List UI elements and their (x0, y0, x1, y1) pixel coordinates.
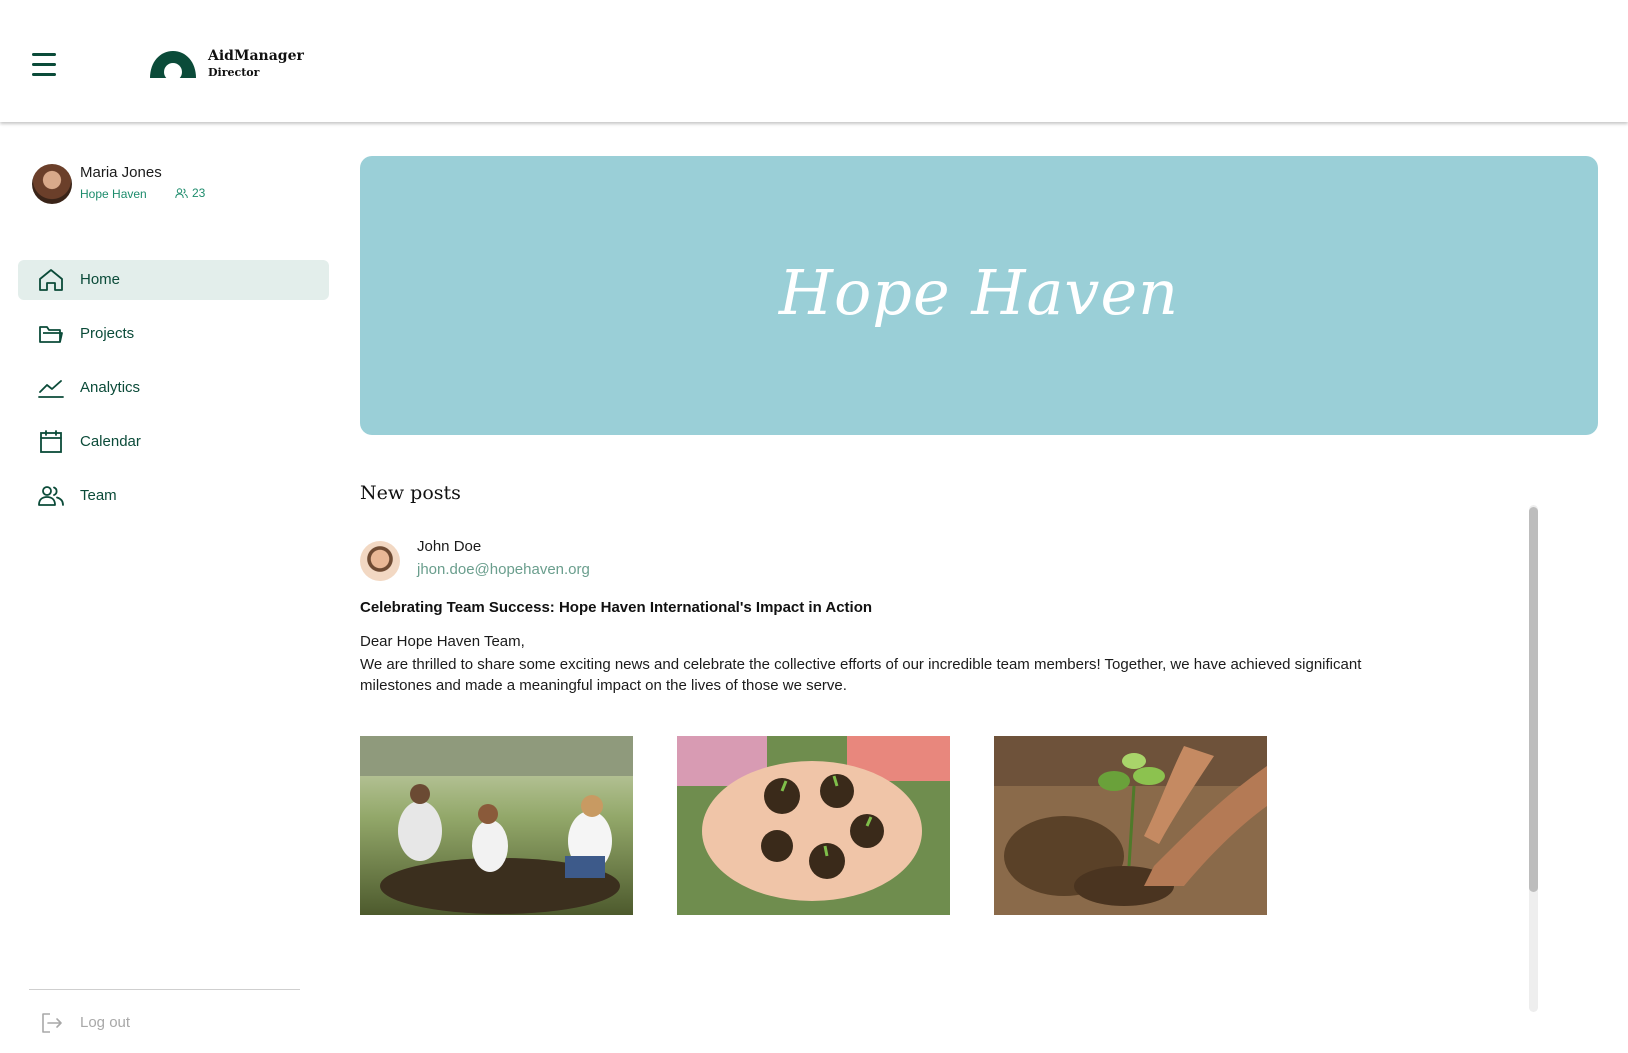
top-bar: AidManager Director (0, 0, 1628, 122)
post-author-name: John Doe (417, 538, 482, 555)
sidebar-item-projects[interactable]: Projects (18, 314, 329, 354)
posts-scrollbar-thumb[interactable] (1529, 507, 1538, 892)
sidebar-item-label: Projects (80, 325, 135, 342)
sidebar-item-home[interactable]: Home (18, 260, 329, 300)
post-photo-planting-sapling[interactable] (994, 736, 1267, 915)
organization-banner: Hope Haven (360, 156, 1598, 435)
calendar-icon (40, 430, 62, 453)
member-count: 23 (175, 186, 205, 200)
members-icon (175, 187, 188, 198)
sidebar-item-calendar[interactable]: Calendar (18, 422, 329, 462)
post-greeting: Dear Hope Haven Team, (360, 633, 525, 650)
team-icon (38, 486, 64, 506)
home-icon (39, 269, 63, 291)
member-count-value: 23 (192, 186, 206, 200)
sidebar: Maria Jones Hope Haven 23 Home Projects … (0, 122, 340, 1053)
sidebar-item-label: Home (80, 271, 121, 288)
hamburger-menu-icon[interactable] (30, 52, 58, 80)
user-organization: Hope Haven (80, 187, 147, 201)
brand-role: Director (208, 66, 260, 79)
sidebar-item-team[interactable]: Team (18, 476, 329, 516)
logout-icon (42, 1013, 62, 1033)
post-photo-hands-seedlings[interactable] (677, 736, 950, 915)
post-body: We are thrilled to share some exciting n… (360, 656, 1362, 694)
post-title: Celebrating Team Success: Hope Haven Int… (360, 599, 873, 616)
sidebar-item-label: Calendar (80, 433, 141, 450)
user-name: Maria Jones (80, 164, 162, 181)
post-photo-planting-group[interactable] (360, 736, 633, 915)
sidebar-item-label: Team (80, 487, 117, 504)
chart-icon (38, 380, 64, 398)
logout-label: Log out (80, 1014, 131, 1031)
banner-title: Hope Haven (778, 256, 1180, 329)
aidmanager-logo (150, 51, 196, 81)
avatar[interactable] (32, 164, 72, 204)
logout-button[interactable]: Log out (38, 1006, 198, 1040)
brand-name: AidManager (208, 48, 304, 64)
sidebar-divider (29, 989, 300, 990)
sidebar-item-analytics[interactable]: Analytics (18, 368, 329, 408)
post-author-email: jhon.doe@hopehaven.org (417, 561, 590, 578)
new-posts-heading: New posts (360, 482, 461, 504)
post-author-avatar[interactable] (360, 541, 400, 581)
sidebar-item-label: Analytics (80, 379, 141, 396)
folder-icon (39, 326, 63, 343)
